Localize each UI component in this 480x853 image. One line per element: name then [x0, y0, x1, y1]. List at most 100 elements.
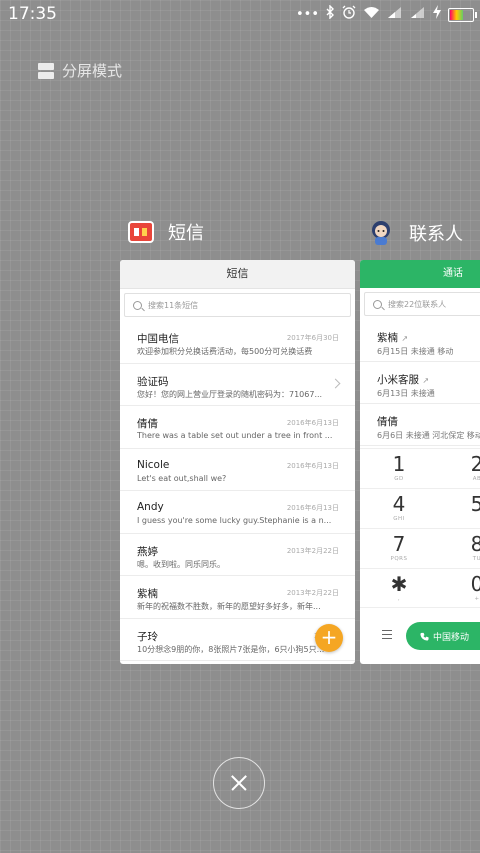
signal-2-icon: [410, 6, 426, 25]
dialpad-digit: ✱: [390, 572, 408, 596]
outgoing-call-icon: ↗: [422, 376, 430, 385]
message-sender: 倩倩: [137, 418, 158, 430]
dialpad-digit: 7: [392, 532, 406, 556]
message-preview: Let's eat out,shall we?: [137, 473, 227, 483]
call-log-row[interactable]: 紫楠 ↗ 6月15日 未接通 移动: [360, 320, 480, 362]
dialpad-key[interactable]: 8 TU: [438, 532, 480, 572]
contacts-app-name: 联系人: [409, 224, 463, 245]
dialer-bottom-bar: 中国移动: [360, 607, 480, 664]
status-time: 17:35: [8, 4, 57, 24]
caller-name: 倩倩: [377, 416, 398, 428]
message-preview: 嗯。收到啦。同乐同乐。: [137, 559, 225, 569]
call-detail: 6月13日 未接通: [377, 389, 435, 398]
contacts-search-input[interactable]: 搜索22位联系人: [364, 292, 480, 316]
search-icon: [373, 299, 382, 309]
message-sender: Andy: [137, 501, 164, 513]
dialpad-key[interactable]: 1 GD: [360, 452, 438, 492]
outgoing-call-icon: ↗: [401, 334, 409, 343]
dialpad-letters: AB: [472, 476, 480, 482]
charging-icon: [433, 5, 441, 25]
call-log-row[interactable]: 倩倩 6月6日 未接通 河北保定 移动: [360, 404, 480, 446]
dialpad-letters: GHI: [393, 516, 405, 522]
close-all-button[interactable]: [213, 757, 265, 809]
sms-title: 短信: [120, 260, 355, 289]
signal-1-icon: [387, 6, 403, 25]
dialpad-letters: +: [474, 596, 480, 602]
message-list: 中国电信 2017年6月30日 欢迎参加积分兑换话费活动，每500分可兑换话费 验证码…: [120, 321, 355, 661]
message-row[interactable]: 倩倩 2016年6月13日 There was a table set out un…: [120, 406, 355, 449]
call-detail: 6月15日 未接通 移动: [377, 347, 454, 356]
tab-calls[interactable]: 通话: [360, 260, 480, 288]
dialpad-key[interactable]: 0 +: [438, 572, 480, 612]
message-date: 2016年6月13日: [286, 504, 339, 512]
message-preview: There was a table set out under a tree i…: [137, 431, 332, 440]
dialpad-divider: [360, 568, 480, 569]
call-log-row[interactable]: 小米客服 ↗ 6月13日 未接通: [360, 362, 480, 404]
phone-icon: [420, 632, 429, 641]
contacts-search-placeholder: 搜索22位联系人: [388, 299, 447, 309]
message-preview: 欢迎参加积分兑换话费活动，每500分可兑换话费: [137, 347, 313, 356]
message-row[interactable]: Andy 2016年6月13日 I guess you're some lucky …: [120, 491, 355, 534]
dialpad-digit: 0: [470, 572, 480, 596]
sms-search-input[interactable]: 搜索11条短信: [124, 293, 351, 317]
dialpad-divider: [360, 488, 480, 489]
battery-icon: [448, 8, 477, 22]
dialpad-digit: 2: [470, 452, 480, 476]
status-bar: 17:35 •••: [0, 0, 480, 28]
dialpad-key[interactable]: 2 AB: [438, 452, 480, 492]
message-sender: Nicole: [137, 458, 170, 471]
dialpad-digit: 8: [470, 532, 480, 556]
message-date: 2017年6月30日: [286, 334, 339, 342]
dialpad-letters: TU: [472, 556, 480, 562]
dialpad-digit: 1: [392, 452, 406, 476]
dialpad-key[interactable]: ✱,: [360, 572, 438, 612]
dialpad-key[interactable]: 7 PQRS: [360, 532, 438, 572]
dialpad-letters: PQRS: [390, 556, 408, 562]
message-sender: 燕婷: [137, 545, 158, 558]
call-detail: 6月6日 未接通 河北保定 移动: [377, 431, 480, 440]
message-preview: 新年的祝福数不胜数，新年的愿望好多好多，新年...: [137, 602, 321, 611]
message-sender: 紫楠: [137, 588, 158, 600]
sms-app-name: 短信: [168, 223, 204, 244]
sms-app-icon: [128, 221, 154, 243]
message-date: 2013年2月22日: [286, 589, 339, 597]
message-date: 2016年6月13日: [286, 461, 339, 470]
message-row[interactable]: Nicole 2016年6月13日 Let's eat out,shall we?: [120, 449, 355, 491]
dialpad-divider: [360, 528, 480, 529]
caller-name: 紫楠 ↗: [377, 332, 409, 344]
status-icons: •••: [295, 4, 477, 25]
search-icon: [133, 300, 142, 310]
dialpad-letters: ,: [397, 596, 401, 602]
message-row[interactable]: 中国电信 2017年6月30日 欢迎参加积分兑换话费活动，每500分可兑换话费: [120, 321, 355, 364]
dialpad-digit: 5: [470, 492, 480, 516]
message-row[interactable]: 燕婷 2013年2月22日嗯。收到啦。同乐同乐。: [120, 534, 355, 576]
dialpad-digit: 4: [392, 492, 406, 516]
contacts-app-icon: [367, 219, 395, 247]
split-screen-mode-button[interactable]: 分屏模式: [38, 60, 122, 81]
dialpad-key[interactable]: 5: [438, 492, 480, 532]
call-button[interactable]: 中国移动: [406, 622, 480, 650]
compose-button[interactable]: +: [315, 624, 343, 652]
caller-name: 小米客服 ↗: [377, 374, 430, 386]
call-button-label: 中国移动: [433, 632, 470, 643]
contacts-app-card[interactable]: 通话 搜索22位联系人 紫楠 ↗ 6月15日 未接通 移动 小米客服 ↗ 6月13日 …: [360, 260, 480, 664]
more-dots-icon: •••: [295, 7, 319, 22]
dialpad-letters: GD: [394, 476, 404, 482]
message-sender: 子玲: [137, 630, 158, 643]
dialpad-divider: [360, 448, 480, 449]
split-screen-icon: [38, 62, 54, 79]
contacts-app-label[interactable]: 联系人: [367, 219, 463, 247]
message-row[interactable]: 验证码 您好！您的网上营业厅登录的随机密码为：71067...: [120, 364, 355, 406]
dialpad-key[interactable]: 4 GHI: [360, 492, 438, 532]
message-date: 2013年2月22日: [286, 546, 339, 555]
split-screen-label: 分屏模式: [62, 62, 123, 80]
message-date: 2016年6月13日: [286, 419, 339, 427]
sms-app-label[interactable]: 短信: [128, 219, 204, 245]
message-row[interactable]: 紫楠 2013年2月22日新年的祝福数不胜数，新年的愿望好多好多，新年...: [120, 576, 355, 619]
chevron-right-icon: [330, 378, 341, 388]
message-preview: 10分想念9朋的你，8张照片7张是你，6只小狗5只...: [137, 644, 325, 654]
menu-icon[interactable]: [382, 630, 392, 639]
message-preview: I guess you're some lucky guy.Stephanie …: [137, 516, 332, 525]
message-preview: 您好！您的网上营业厅登录的随机密码为：71067...: [137, 389, 323, 399]
sms-app-card[interactable]: 短信 搜索11条短信 中国电信 2017年6月30日 欢迎参加积分兑换话费活动，每5…: [120, 260, 355, 664]
